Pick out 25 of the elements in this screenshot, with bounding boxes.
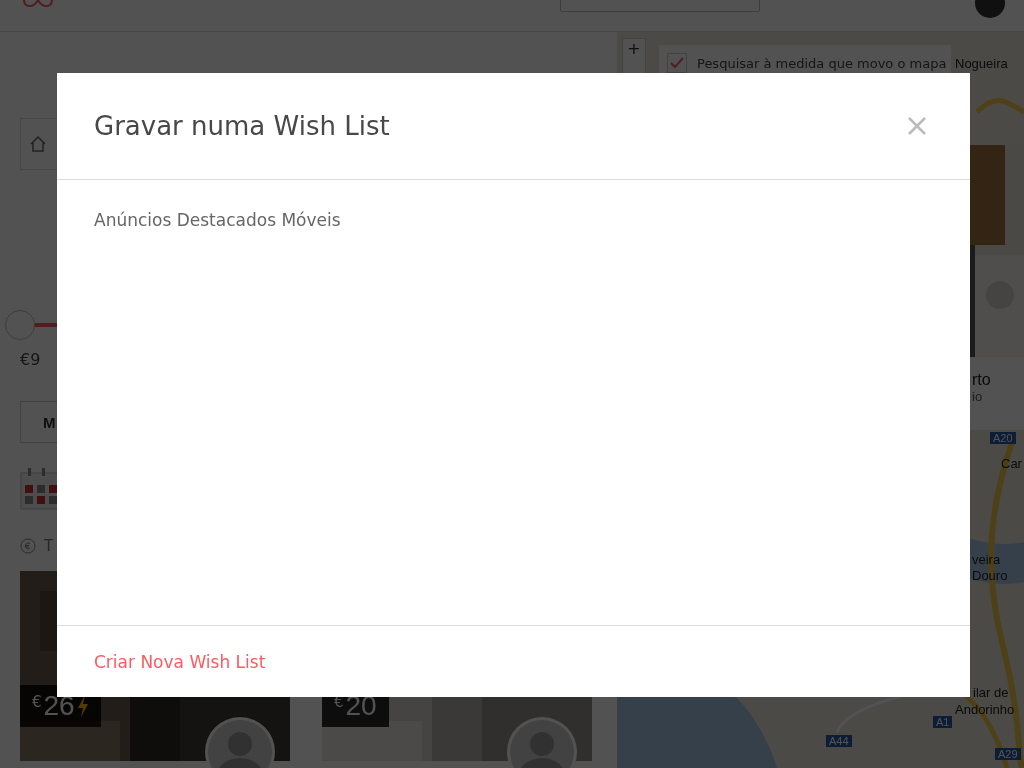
home-icon — [29, 135, 47, 153]
price-min: €9 — [20, 350, 42, 369]
create-wish-list-link[interactable]: Criar Nova Wish List — [94, 651, 266, 672]
currency: € — [32, 693, 42, 711]
road-badge: A29 — [995, 748, 1021, 760]
road-badge: A44 — [826, 735, 852, 747]
calendar-icon — [20, 467, 60, 511]
dialog-title: Gravar numa Wish List — [94, 111, 390, 141]
checkbox[interactable] — [667, 53, 687, 73]
currency-circle-icon — [20, 538, 36, 554]
place-label: Andorinho — [955, 702, 1015, 718]
place-label: ilar de — [973, 685, 1009, 701]
price: 26 — [43, 690, 75, 722]
place-label: Nogueira — [955, 56, 1008, 72]
logo-icon[interactable] — [20, 0, 56, 10]
road-badge: A20 — [990, 432, 1016, 444]
lightning-icon — [76, 695, 89, 717]
road-badge: A1 — [933, 716, 953, 728]
place-label: veira Douro — [972, 552, 1008, 584]
wish-list-item[interactable]: Anúncios Destacados Móveis — [94, 210, 933, 230]
check-icon — [670, 57, 684, 69]
close-button[interactable] — [908, 117, 926, 135]
checkbox-label: Pesquisar à medida que movo o mapa — [697, 55, 947, 71]
listing-title: rto — [972, 371, 992, 389]
place-label: Car — [1001, 456, 1022, 472]
